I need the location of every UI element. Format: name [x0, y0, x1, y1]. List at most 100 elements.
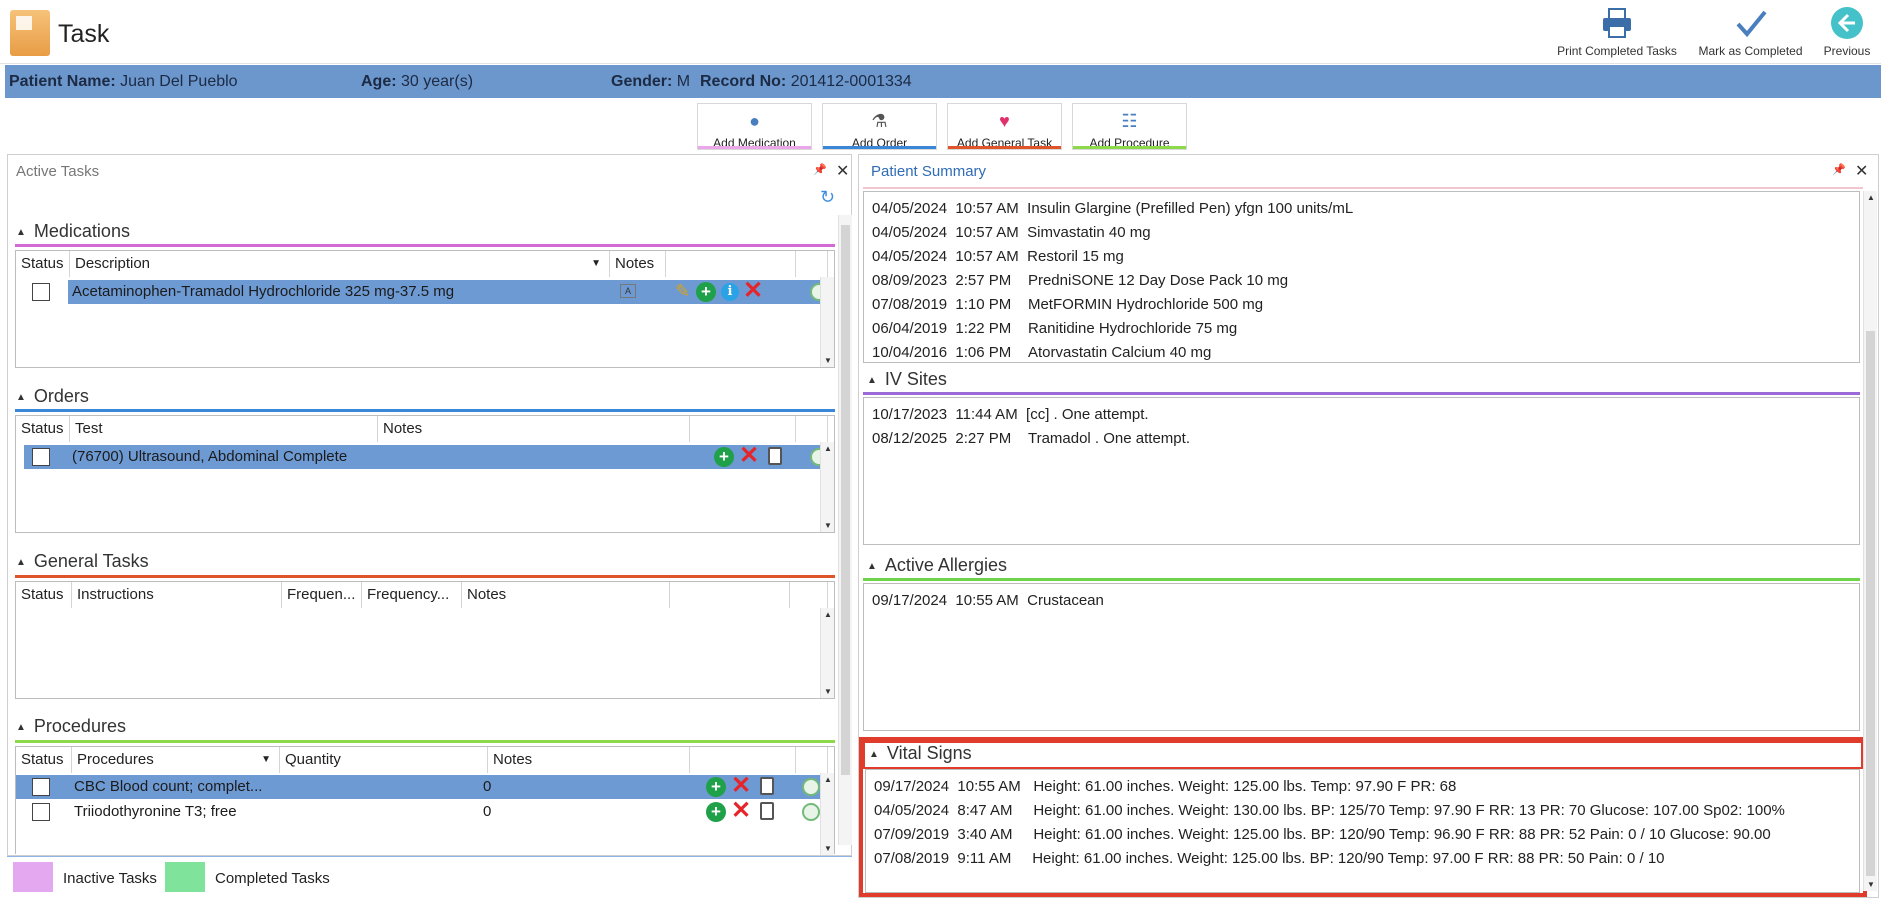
patient-summary-panel: Patient Summary 📌 ✕ 04/05/2024 10:57 AM …	[858, 154, 1879, 898]
procedures-scrollbar[interactable]: ▲ ▼	[820, 773, 834, 855]
status-checkbox[interactable]	[32, 778, 50, 796]
scroll-down-icon[interactable]: ▼	[1864, 880, 1878, 889]
delete-icon[interactable]: ✕	[739, 444, 759, 468]
status-checkbox[interactable]	[32, 803, 50, 821]
print-completed-tasks-button[interactable]: Print Completed Tasks	[1552, 6, 1682, 60]
table-row[interactable]: CBC Blood count; complet... 0 + ✕	[16, 774, 821, 799]
active-tasks-scrollbar[interactable]	[838, 215, 852, 845]
list-item: 08/09/2023 2:57 PM PredniSONE 12 Day Dos…	[872, 272, 1289, 289]
close-icon[interactable]: ✕	[836, 161, 849, 181]
orders-section-header[interactable]: ▲ Orders	[16, 386, 89, 407]
complete-icon[interactable]	[802, 803, 820, 821]
procedure-quantity: 0	[483, 803, 492, 820]
procedures-section-header[interactable]: ▲ Procedures	[16, 716, 126, 737]
column-header-test[interactable]: Test	[70, 416, 378, 442]
column-header-instructions[interactable]: Instructions	[72, 582, 282, 608]
sort-dropdown-icon[interactable]: ▼	[591, 251, 601, 277]
column-header-notes[interactable]: Notes	[610, 251, 666, 277]
pin-icon[interactable]: 📌	[1832, 163, 1846, 176]
column-header-status[interactable]: Status	[16, 582, 72, 608]
column-header-procedures[interactable]: Procedures ▼	[72, 747, 280, 773]
iv-sites-section-header[interactable]: ▲ IV Sites	[867, 369, 947, 390]
status-checkbox[interactable]	[32, 283, 50, 301]
scroll-thumb[interactable]	[841, 225, 850, 775]
scroll-up-icon[interactable]: ▲	[821, 610, 835, 619]
add-icon[interactable]: +	[706, 802, 726, 822]
heart-icon: ♥	[999, 111, 1010, 131]
column-header-notes[interactable]: Notes	[462, 582, 670, 608]
sort-dropdown-icon[interactable]: ▼	[261, 747, 271, 773]
column-header-actions	[670, 582, 790, 608]
column-header-frequency[interactable]: Frequen...	[282, 582, 362, 608]
top-toolbar: Task Print Completed Tasks Mark as Compl…	[0, 0, 1881, 64]
list-item: 10/04/2016 1:06 PM Atorvastatin Calcium …	[872, 344, 1212, 361]
table-row[interactable]: Acetaminophen-Tramadol Hydrochloride 325…	[68, 279, 831, 304]
column-header-extra	[790, 582, 828, 608]
list-item: 06/04/2019 1:22 PM Ranitidine Hydrochlor…	[872, 320, 1238, 337]
add-icon[interactable]: +	[696, 282, 716, 302]
mark-as-completed-button[interactable]: Mark as Completed	[1693, 6, 1808, 60]
notes-icon[interactable]: A	[620, 284, 636, 298]
scroll-up-icon[interactable]: ▲	[821, 775, 835, 784]
column-header-status[interactable]: Status	[16, 747, 72, 773]
inactive-tasks-swatch	[13, 862, 53, 892]
column-header-notes[interactable]: Notes	[378, 416, 690, 442]
add-order-button[interactable]: ⚗ Add Order	[822, 103, 937, 150]
orders-scrollbar[interactable]: ▲ ▼	[820, 442, 834, 532]
scroll-down-icon[interactable]: ▼	[821, 844, 835, 853]
order-underline	[823, 146, 936, 149]
edit-pencil-icon[interactable]: ✎	[675, 281, 690, 302]
scroll-down-icon[interactable]: ▼	[821, 356, 835, 365]
add-icon[interactable]: +	[714, 447, 734, 467]
refresh-icon[interactable]: ↻	[820, 187, 835, 208]
general-tasks-section-header[interactable]: ▲ General Tasks	[16, 551, 149, 572]
scroll-up-icon[interactable]: ▲	[1864, 193, 1878, 202]
clipboard-icon[interactable]	[760, 802, 774, 820]
column-header-description[interactable]: Description ▼	[70, 251, 610, 277]
list-item: 07/08/2019 9:11 AM Height: 61.00 inches.…	[874, 850, 1665, 867]
active-allergies-section-header[interactable]: ▲ Active Allergies	[867, 555, 1007, 576]
patient-summary-scrollbar[interactable]: ▲ ▼	[1863, 191, 1877, 891]
allergies-list: 09/17/2024 10:55 AM Crustacean	[863, 583, 1860, 731]
table-row[interactable]: (76700) Ultrasound, Abdominal Complete +…	[24, 444, 831, 469]
delete-icon[interactable]: ✕	[731, 774, 751, 798]
add-icon[interactable]: +	[706, 777, 726, 797]
clipboard-icon[interactable]	[768, 447, 782, 465]
medications-divider	[15, 244, 835, 247]
clipboard-icon[interactable]	[760, 777, 774, 795]
status-checkbox[interactable]	[32, 448, 50, 466]
column-header-extra	[796, 416, 828, 442]
scroll-up-icon[interactable]: ▲	[821, 444, 835, 453]
medications-scrollbar[interactable]: ▼	[820, 277, 834, 367]
scroll-thumb[interactable]	[1866, 331, 1875, 876]
add-medication-button[interactable]: ● Add Medication	[697, 103, 812, 150]
vital-signs-section-header[interactable]: ▲ Vital Signs	[869, 743, 972, 764]
procedure-quantity: 0	[483, 778, 492, 795]
scroll-down-icon[interactable]: ▼	[821, 521, 835, 530]
patient-info-bar: Patient Name: Juan Del Pueblo Age: 30 ye…	[5, 65, 1881, 98]
medications-section-header[interactable]: ▲ Medications	[16, 221, 130, 242]
procedure-underline	[1073, 146, 1186, 149]
table-row[interactable]: Triiodothyronine T3; free 0 + ✕	[16, 799, 821, 824]
info-icon[interactable]: i	[721, 283, 739, 301]
column-header-notes[interactable]: Notes	[488, 747, 690, 773]
general-tasks-scrollbar[interactable]: ▲ ▼	[820, 608, 834, 698]
close-icon[interactable]: ✕	[1855, 161, 1868, 181]
scroll-down-icon[interactable]: ▼	[821, 687, 835, 696]
list-item: 07/08/2019 1:10 PM MetFORMIN Hydrochlori…	[872, 296, 1264, 313]
add-procedure-button[interactable]: ☷ Add Procedure	[1072, 103, 1187, 150]
patient-name: Patient Name: Juan Del Pueblo	[9, 73, 238, 90]
delete-icon[interactable]: ✕	[731, 799, 751, 823]
column-header-frequency-2[interactable]: Frequency...	[362, 582, 462, 608]
column-header-status[interactable]: Status	[16, 251, 70, 277]
complete-icon[interactable]	[802, 778, 820, 796]
delete-icon[interactable]: ✕	[743, 279, 763, 303]
column-header-status[interactable]: Status	[16, 416, 70, 442]
pin-icon[interactable]: 📌	[813, 163, 827, 176]
pills-icon: ●	[749, 111, 760, 131]
list-item: 04/05/2024 10:57 AM Insulin Glargine (Pr…	[872, 200, 1354, 217]
add-general-task-button[interactable]: ♥ Add General Task	[947, 103, 1062, 150]
procedure-name: Triiodothyronine T3; free	[74, 803, 237, 820]
column-header-quantity[interactable]: Quantity	[280, 747, 488, 773]
previous-button[interactable]: Previous	[1818, 6, 1876, 60]
